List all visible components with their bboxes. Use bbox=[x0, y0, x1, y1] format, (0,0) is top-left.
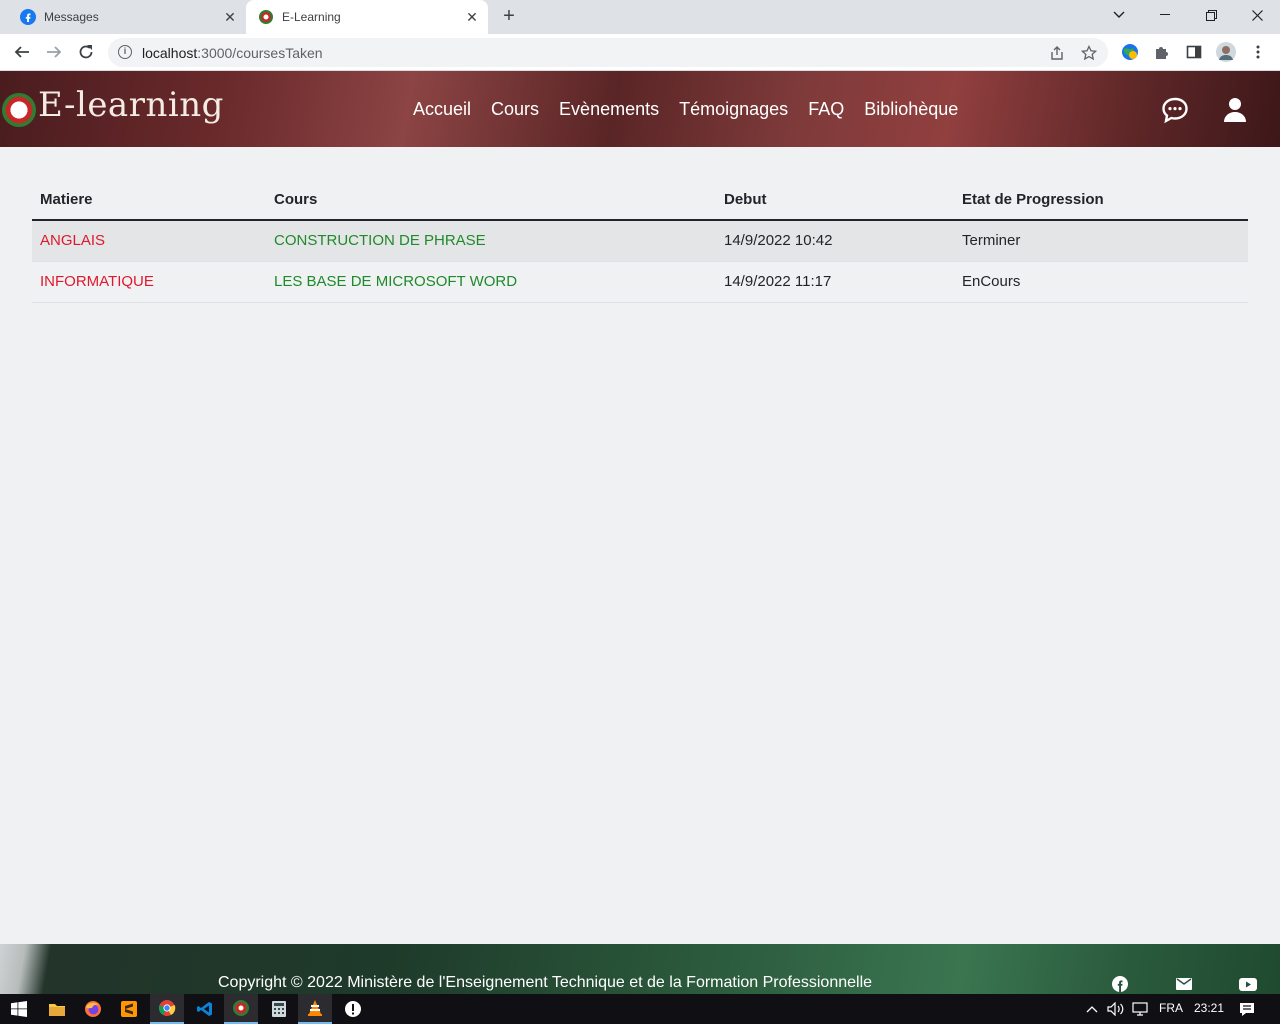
nav-cours[interactable]: Cours bbox=[491, 99, 539, 120]
url-path: :3000/coursesTaken bbox=[197, 45, 323, 61]
site-info-icon[interactable]: i bbox=[118, 45, 132, 59]
vlc-icon[interactable] bbox=[298, 994, 332, 1024]
side-panel-icon[interactable] bbox=[1184, 42, 1204, 62]
extension-globe-icon[interactable] bbox=[1120, 42, 1140, 62]
close-tab-icon[interactable]: ✕ bbox=[222, 9, 238, 25]
browser-tab-elearning[interactable]: E-Learning ✕ bbox=[246, 0, 488, 34]
courses-taken-table-wrapper: Matiere Cours Debut Etat de Progression … bbox=[32, 180, 1248, 303]
column-header-etat: Etat de Progression bbox=[954, 180, 1248, 221]
firefox-icon[interactable] bbox=[76, 994, 110, 1024]
elearning-logo-icon bbox=[258, 9, 274, 25]
cell-cours-link[interactable]: CONSTRUCTION DE PHRASE bbox=[266, 220, 716, 262]
site-footer: Copyright © 2022 Ministère de l'Enseigne… bbox=[0, 944, 1280, 994]
tab-title: Messages bbox=[44, 10, 99, 24]
user-account-icon[interactable] bbox=[1220, 95, 1250, 125]
windows-start-icon[interactable] bbox=[2, 994, 36, 1024]
browser-menu-icon[interactable] bbox=[1248, 42, 1268, 62]
network-icon[interactable] bbox=[1129, 994, 1151, 1024]
facebook-icon bbox=[20, 9, 36, 25]
cell-cours-link[interactable]: LES BASE DE MICROSOFT WORD bbox=[266, 261, 716, 303]
cell-etat: Terminer bbox=[954, 220, 1248, 262]
cell-matiere: ANGLAIS bbox=[32, 220, 266, 262]
vscode-icon[interactable] bbox=[188, 994, 222, 1024]
profile-avatar[interactable] bbox=[1216, 42, 1236, 62]
table-row: ANGLAIS CONSTRUCTION DE PHRASE 14/9/2022… bbox=[32, 220, 1248, 262]
cell-etat: EnCours bbox=[954, 261, 1248, 303]
new-tab-button[interactable]: + bbox=[498, 6, 520, 28]
minimize-window-icon[interactable] bbox=[1142, 0, 1188, 30]
site-header: E-learning Accueil Cours Evènements Témo… bbox=[0, 71, 1280, 147]
elearning-app-icon[interactable] bbox=[224, 994, 258, 1024]
cell-debut: 14/9/2022 11:17 bbox=[716, 261, 954, 303]
cell-debut: 14/9/2022 10:42 bbox=[716, 220, 954, 262]
calculator-icon[interactable] bbox=[262, 994, 296, 1024]
back-arrow-icon[interactable] bbox=[10, 40, 34, 64]
close-window-icon[interactable] bbox=[1234, 0, 1280, 30]
youtube-icon[interactable] bbox=[1239, 975, 1257, 993]
nav-faq[interactable]: FAQ bbox=[808, 99, 844, 120]
mail-icon[interactable] bbox=[1175, 975, 1193, 993]
cell-matiere: INFORMATIQUE bbox=[32, 261, 266, 303]
tab-search-icon[interactable] bbox=[1096, 0, 1142, 30]
table-row: INFORMATIQUE LES BASE DE MICROSOFT WORD … bbox=[32, 261, 1248, 303]
footer-copyright: Copyright © 2022 Ministère de l'Enseigne… bbox=[218, 974, 873, 991]
site-logo-emblem[interactable] bbox=[2, 93, 36, 127]
column-header-cours: Cours bbox=[266, 180, 716, 221]
courses-taken-table: Matiere Cours Debut Etat de Progression … bbox=[32, 180, 1248, 303]
sublime-text-icon[interactable] bbox=[112, 994, 146, 1024]
nav-evenements[interactable]: Evènements bbox=[559, 99, 659, 120]
show-hidden-icons-chevron-icon[interactable] bbox=[1083, 994, 1101, 1024]
table-header-row: Matiere Cours Debut Etat de Progression bbox=[32, 180, 1248, 221]
system-clock[interactable]: 23:21 bbox=[1194, 1001, 1224, 1015]
facebook-icon[interactable] bbox=[1111, 975, 1129, 993]
notification-center-icon[interactable] bbox=[1234, 994, 1260, 1024]
share-icon[interactable] bbox=[1048, 44, 1066, 62]
bookmark-star-icon[interactable] bbox=[1080, 44, 1098, 62]
tab-title: E-Learning bbox=[282, 10, 341, 24]
main-nav: Accueil Cours Evènements Témoignages FAQ… bbox=[413, 99, 958, 120]
speaker-volume-icon[interactable] bbox=[1105, 994, 1127, 1024]
browser-tabstrip: Messages ✕ E-Learning ✕ + bbox=[0, 0, 1280, 34]
chat-bubble-icon[interactable] bbox=[1160, 95, 1190, 125]
address-bar[interactable]: i localhost:3000/coursesTaken bbox=[108, 38, 1108, 67]
extensions-puzzle-icon[interactable] bbox=[1152, 42, 1172, 62]
app-info-icon[interactable] bbox=[336, 994, 370, 1024]
chrome-icon[interactable] bbox=[150, 994, 184, 1024]
input-language-indicator[interactable]: FRA bbox=[1159, 1001, 1183, 1015]
forward-arrow-icon[interactable] bbox=[42, 40, 66, 64]
nav-accueil[interactable]: Accueil bbox=[413, 99, 471, 120]
file-explorer-icon[interactable] bbox=[40, 994, 74, 1024]
column-header-matiere: Matiere bbox=[32, 180, 266, 221]
url-text: localhost:3000/coursesTaken bbox=[142, 45, 323, 61]
nav-temoignages[interactable]: Témoignages bbox=[679, 99, 788, 120]
url-host: localhost bbox=[142, 45, 198, 61]
close-tab-icon[interactable]: ✕ bbox=[464, 9, 480, 25]
windows-taskbar: FRA 23:21 bbox=[0, 994, 1280, 1024]
site-logo-text[interactable]: E-learning bbox=[38, 85, 224, 125]
nav-bibliotheque[interactable]: Bibliohèque bbox=[864, 99, 958, 120]
browser-toolbar: i localhost:3000/coursesTaken bbox=[0, 34, 1280, 71]
reload-icon[interactable] bbox=[74, 40, 98, 64]
browser-tab-messages[interactable]: Messages ✕ bbox=[0, 0, 246, 34]
restore-window-icon[interactable] bbox=[1188, 0, 1234, 30]
column-header-debut: Debut bbox=[716, 180, 954, 221]
